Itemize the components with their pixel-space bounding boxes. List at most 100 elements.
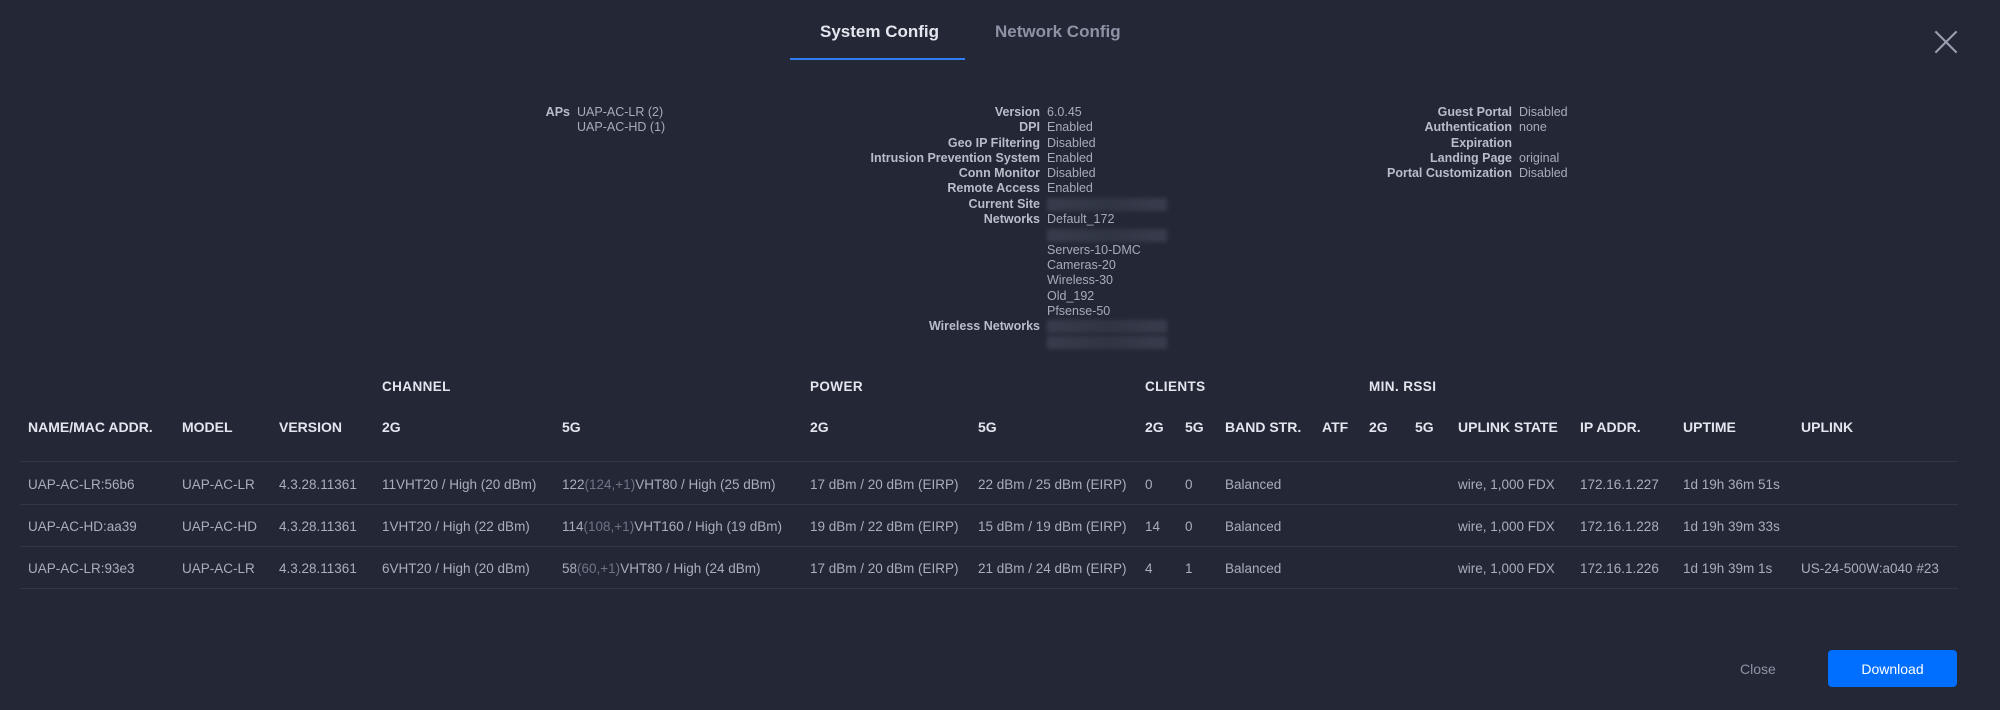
summary-row: Portal Customization Disabled bbox=[1300, 166, 1568, 181]
summary-value-line: Old_192 bbox=[1047, 288, 1095, 303]
summary-value-line: none bbox=[1519, 120, 1547, 135]
channel-5g-secondary: (124,+1) bbox=[584, 477, 636, 492]
col-header-rssi-2g[interactable]: 2G bbox=[1369, 419, 1388, 435]
summary-row: Authentication none bbox=[1300, 120, 1568, 135]
channel-5g-secondary: (108,+1) bbox=[583, 519, 635, 534]
redacted-value bbox=[1047, 228, 1167, 242]
summary-row: Remote Access Enabled bbox=[700, 181, 1167, 196]
aps-summary: APs UAP-AC-LR (2) UAP-AC-HD (1) bbox=[470, 105, 666, 136]
col-header-clients-5g[interactable]: 5G bbox=[1185, 419, 1204, 435]
col-header-atf[interactable]: ATF bbox=[1322, 419, 1348, 435]
col-header-model[interactable]: MODEL bbox=[182, 419, 233, 435]
cell-cl2g: 14 bbox=[1145, 519, 1161, 534]
summary-value-line: original bbox=[1519, 150, 1560, 165]
summary-value-line bbox=[1047, 197, 1167, 212]
summary-value: Disabled bbox=[1519, 166, 1568, 181]
redacted-value bbox=[1047, 197, 1167, 211]
col-header-uplink[interactable]: UPLINK bbox=[1801, 419, 1853, 435]
cell-cl5g: 0 bbox=[1185, 519, 1193, 534]
cell-name: UAP-AC-HD:aa39 bbox=[28, 519, 137, 534]
col-header-clients-2g[interactable]: 2G bbox=[1145, 419, 1164, 435]
summary-value-line bbox=[1047, 227, 1167, 242]
cell-ch2g: 1VHT20 / High (22 dBm) bbox=[382, 519, 530, 534]
summary-row: Current Site bbox=[700, 197, 1167, 212]
cell-model: UAP-AC-LR bbox=[182, 561, 255, 576]
col-header-uplink-state[interactable]: UPLINK STATE bbox=[1458, 419, 1558, 435]
cell-pw2g: 19 dBm / 22 dBm (EIRP) bbox=[810, 519, 959, 534]
download-button[interactable]: Download bbox=[1828, 650, 1957, 687]
col-header-rssi-5g[interactable]: 5G bbox=[1415, 419, 1434, 435]
col-header-channel-2g[interactable]: 2G bbox=[382, 419, 401, 435]
summary-label: Networks bbox=[983, 212, 1040, 227]
cell-pw2g: 17 dBm / 20 dBm (EIRP) bbox=[810, 477, 959, 492]
cell-cl5g: 1 bbox=[1185, 561, 1193, 576]
summary-row: Wireless Networks bbox=[700, 319, 1167, 350]
summary-label: Wireless Networks bbox=[928, 319, 1040, 334]
cell-uplink-state: wire, 1,000 FDX bbox=[1458, 561, 1555, 576]
channel-5g-width: VHT160 / High (19 dBm) bbox=[634, 519, 783, 534]
group-clients: CLIENTS bbox=[1145, 379, 1206, 394]
channel-5g-secondary: (60,+1) bbox=[577, 561, 621, 576]
summary-value-line: Disabled bbox=[1047, 166, 1096, 181]
col-header-uptime[interactable]: UPTIME bbox=[1683, 419, 1736, 435]
cell-ip: 172.16.1.227 bbox=[1580, 477, 1659, 492]
cell-band: Balanced bbox=[1225, 561, 1282, 576]
redacted-value bbox=[1047, 320, 1167, 334]
cell-pw5g: 22 dBm / 25 dBm (EIRP) bbox=[978, 477, 1127, 492]
cell-ch2g: 6VHT20 / High (20 dBm) bbox=[382, 561, 530, 576]
summary-label: Portal Customization bbox=[1386, 166, 1512, 181]
channel-5g-primary: 58 bbox=[562, 561, 578, 576]
summary-value-line: Disabled bbox=[1047, 135, 1096, 150]
summary-row: Intrusion Prevention System Enabled bbox=[700, 151, 1167, 166]
summary-value-line: Wireless-30 bbox=[1047, 273, 1113, 288]
cell-pw5g: 15 dBm / 19 dBm (EIRP) bbox=[978, 519, 1127, 534]
ap-entry: UAP-AC-HD (1) bbox=[577, 120, 666, 135]
cell-pw2g: 17 dBm / 20 dBm (EIRP) bbox=[810, 561, 959, 576]
tab-system-config[interactable]: System Config bbox=[820, 22, 939, 42]
system-summary: Version 6.0.45 DPI Enabled Geo IP Filtering D… bbox=[700, 105, 1167, 350]
summary-value: Default_172 Servers-10-DMC Cameras-20 Wirel… bbox=[1047, 212, 1167, 319]
cell-name: UAP-AC-LR:93e3 bbox=[28, 561, 135, 576]
cell-cl5g: 0 bbox=[1185, 477, 1193, 492]
summary-label: Current Site bbox=[968, 196, 1040, 211]
summary-label: Authentication bbox=[1424, 120, 1513, 135]
summary-value: Disabled bbox=[1047, 136, 1096, 151]
redacted-value bbox=[1047, 335, 1167, 349]
summary-value-line bbox=[1047, 319, 1167, 334]
cell-band: Balanced bbox=[1225, 477, 1282, 492]
cell-uptime: 1d 19h 36m 51s bbox=[1683, 477, 1780, 492]
summary-value-line: Disabled bbox=[1519, 166, 1568, 181]
ap-entry: UAP-AC-LR (2) bbox=[577, 105, 664, 119]
summary-value: original bbox=[1519, 151, 1559, 166]
summary-value-line: Enabled bbox=[1047, 120, 1093, 135]
col-header-version[interactable]: VERSION bbox=[279, 419, 342, 435]
aps-label: APs bbox=[545, 105, 570, 119]
cell-ch5g: 114(108,+1)VHT160 / High (19 dBm) bbox=[562, 519, 782, 534]
col-header-ip[interactable]: IP ADDR. bbox=[1580, 419, 1641, 435]
aps-values: UAP-AC-LR (2) UAP-AC-HD (1) bbox=[577, 105, 665, 136]
close-button[interactable]: Close bbox=[1740, 661, 1776, 677]
col-header-channel-5g[interactable]: 5G bbox=[562, 419, 581, 435]
col-header-power-5g[interactable]: 5G bbox=[978, 419, 997, 435]
summary-value-line: Enabled bbox=[1047, 181, 1093, 196]
cell-ch5g: 58(60,+1)VHT80 / High (24 dBm) bbox=[562, 561, 761, 576]
summary-row: Guest Portal Disabled bbox=[1300, 105, 1568, 120]
col-header-power-2g[interactable]: 2G bbox=[810, 419, 829, 435]
close-icon[interactable] bbox=[1934, 30, 1958, 54]
summary-label: Guest Portal bbox=[1437, 105, 1512, 119]
col-header-band-steering[interactable]: BAND STR. bbox=[1225, 419, 1301, 435]
summary-label: Conn Monitor bbox=[958, 166, 1040, 181]
cell-model: UAP-AC-LR bbox=[182, 477, 255, 492]
group-min-rssi: MIN. RSSI bbox=[1369, 379, 1437, 394]
summary-value bbox=[1047, 319, 1167, 350]
col-header-name[interactable]: NAME/MAC ADDR. bbox=[28, 419, 153, 435]
tab-network-config[interactable]: Network Config bbox=[995, 22, 1121, 42]
summary-label: DPI bbox=[1019, 120, 1040, 135]
cell-uplink-state: wire, 1,000 FDX bbox=[1458, 519, 1555, 534]
summary-label: Landing Page bbox=[1430, 150, 1512, 165]
channel-5g-width: VHT80 / High (25 dBm) bbox=[635, 477, 776, 492]
summary-row: Landing Page original bbox=[1300, 151, 1568, 166]
summary-label: Version bbox=[994, 105, 1040, 119]
summary-row: Expiration bbox=[1300, 136, 1568, 151]
cell-version: 4.3.28.11361 bbox=[279, 477, 357, 492]
